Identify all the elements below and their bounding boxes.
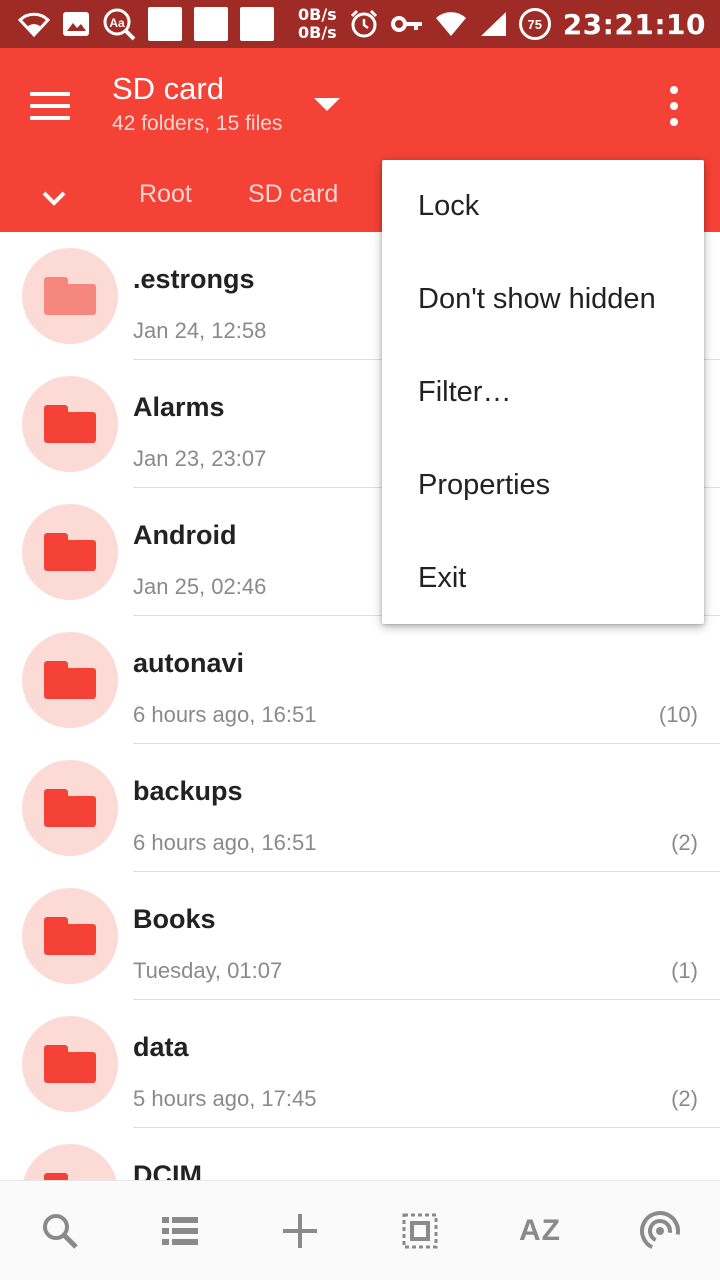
alarm-icon bbox=[350, 9, 377, 38]
item-name: data bbox=[133, 1032, 189, 1062]
folder-icon bbox=[44, 789, 96, 827]
folder-avatar bbox=[22, 888, 118, 984]
menu-item-exit[interactable]: Exit bbox=[382, 532, 704, 625]
select-all-button[interactable] bbox=[390, 1201, 450, 1261]
dot-icon bbox=[670, 86, 678, 94]
hamburger-icon bbox=[30, 116, 70, 120]
item-name: backups bbox=[133, 776, 243, 806]
folder-summary: 42 folders, 15 files bbox=[112, 112, 283, 135]
status-notifications: Aa bbox=[18, 6, 274, 42]
sort-icon: AZ bbox=[519, 1214, 561, 1247]
item-date: Tuesday, 01:07 bbox=[133, 958, 283, 983]
folder-avatar bbox=[22, 760, 118, 856]
dot-icon bbox=[670, 118, 678, 126]
notification-placeholder bbox=[148, 7, 182, 41]
item-date: 5 hours ago, 17:45 bbox=[133, 1086, 317, 1111]
net-speed-down: 0B/s bbox=[298, 23, 337, 42]
status-bar: Aa 0B/s 0B/s 75 23:21:10 bbox=[0, 0, 720, 48]
list-view-icon bbox=[162, 1217, 198, 1245]
broadcast-button[interactable] bbox=[630, 1201, 690, 1261]
item-count: (2) bbox=[671, 1086, 698, 1111]
item-name: Android bbox=[133, 520, 237, 550]
folder-avatar bbox=[22, 504, 118, 600]
select-all-icon bbox=[402, 1213, 438, 1249]
folder-icon bbox=[44, 1045, 96, 1083]
location-selector[interactable]: SD card 42 folders, 15 files bbox=[112, 70, 282, 138]
menu-item-properties[interactable]: Properties bbox=[382, 439, 704, 532]
item-date: Jan 23, 23:07 bbox=[133, 446, 267, 471]
network-speed: 0B/s 0B/s bbox=[298, 6, 337, 42]
dot-icon bbox=[670, 102, 678, 110]
status-system: 0B/s 0B/s 75 23:21:10 bbox=[298, 0, 706, 48]
hamburger-icon bbox=[30, 92, 70, 96]
add-button[interactable] bbox=[270, 1201, 330, 1261]
folder-avatar bbox=[22, 1016, 118, 1112]
dropdown-arrow-icon[interactable] bbox=[314, 98, 340, 111]
folder-avatar bbox=[22, 376, 118, 472]
image-icon bbox=[63, 12, 89, 36]
svg-text:Aa: Aa bbox=[109, 16, 125, 30]
cell-signal-icon bbox=[480, 12, 506, 36]
folder-icon bbox=[44, 661, 96, 699]
item-name: autonavi bbox=[133, 648, 245, 678]
notification-placeholder bbox=[194, 7, 228, 41]
item-count: (10) bbox=[658, 702, 698, 727]
search-icon bbox=[43, 1214, 78, 1249]
folder-icon bbox=[44, 277, 96, 315]
item-name: Books bbox=[133, 904, 216, 934]
item-date: 6 hours ago, 16:51 bbox=[133, 830, 317, 855]
status-clock: 23:21:10 bbox=[562, 7, 706, 41]
battery-badge: 75 bbox=[518, 8, 551, 40]
breadcrumb-sd-card[interactable]: SD card bbox=[248, 176, 338, 212]
search-button[interactable] bbox=[30, 1201, 90, 1261]
folder-icon bbox=[44, 405, 96, 443]
list-item[interactable]: Books Tuesday, 01:07 (1) bbox=[0, 872, 720, 1000]
sort-button[interactable]: AZ bbox=[510, 1201, 570, 1261]
folder-avatar bbox=[22, 248, 118, 344]
folder-icon bbox=[44, 1173, 96, 1180]
overflow-popup-menu: Lock Don't show hidden Filter… Propertie… bbox=[382, 160, 704, 624]
breadcrumb-root[interactable]: Root bbox=[139, 176, 192, 212]
hamburger-icon bbox=[30, 104, 70, 108]
file-manager-screen: Aa 0B/s 0B/s 75 23:21:10 SD card 42 fold… bbox=[0, 0, 720, 1280]
overflow-menu-button[interactable] bbox=[660, 86, 688, 126]
folder-avatar bbox=[22, 1144, 118, 1180]
wifi-icon bbox=[18, 12, 50, 37]
folder-icon bbox=[44, 533, 96, 571]
item-date: Jan 25, 02:46 bbox=[133, 574, 267, 599]
add-icon bbox=[283, 1214, 317, 1248]
list-item[interactable]: autonavi 6 hours ago, 16:51 (10) bbox=[0, 616, 720, 744]
menu-item-filter[interactable]: Filter… bbox=[382, 346, 704, 439]
list-item[interactable]: backups 6 hours ago, 16:51 (2) bbox=[0, 744, 720, 872]
list-item[interactable]: DCIM bbox=[0, 1128, 720, 1180]
item-date: Jan 24, 12:58 bbox=[133, 318, 267, 343]
item-name: Alarms bbox=[133, 392, 225, 422]
folder-icon bbox=[44, 917, 96, 955]
bottom-toolbar: AZ bbox=[0, 1180, 720, 1280]
item-date: 6 hours ago, 16:51 bbox=[133, 702, 317, 727]
menu-item-dont-show-hidden[interactable]: Don't show hidden bbox=[382, 253, 704, 346]
folder-avatar bbox=[22, 632, 118, 728]
page-title: SD card bbox=[112, 71, 224, 106]
item-name: DCIM bbox=[133, 1160, 202, 1180]
font-magnifier-icon: Aa bbox=[103, 8, 136, 41]
wifi-signal-icon bbox=[435, 12, 466, 36]
item-count: (2) bbox=[671, 830, 698, 855]
chevron-down-icon[interactable] bbox=[34, 178, 74, 218]
broadcast-icon bbox=[640, 1211, 680, 1251]
menu-item-lock[interactable]: Lock bbox=[382, 160, 704, 253]
notification-placeholder bbox=[240, 7, 274, 41]
navigation-menu-button[interactable] bbox=[30, 82, 78, 130]
item-count: (1) bbox=[671, 958, 698, 983]
vpn-key-icon bbox=[390, 16, 422, 32]
item-name: .estrongs bbox=[133, 264, 255, 294]
view-mode-button[interactable] bbox=[150, 1201, 210, 1261]
list-item[interactable]: data 5 hours ago, 17:45 (2) bbox=[0, 1000, 720, 1128]
net-speed-up: 0B/s bbox=[298, 5, 337, 24]
